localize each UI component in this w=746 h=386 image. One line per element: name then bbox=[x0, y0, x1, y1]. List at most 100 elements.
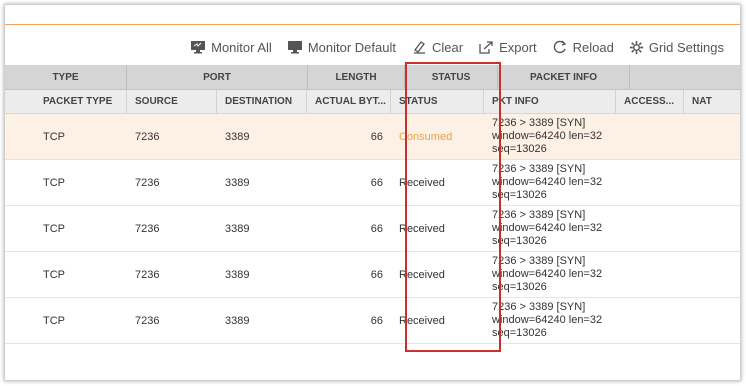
group-header-length: LENGTH bbox=[308, 65, 405, 89]
column-header-actual-bytes[interactable]: ACTUAL BYT... bbox=[307, 90, 391, 113]
cell-destination: 3389 bbox=[225, 268, 250, 281]
group-header-port: PORT bbox=[127, 65, 308, 89]
cell-destination: 3389 bbox=[225, 314, 250, 327]
cell-pkt-info: 7236 > 3389 [SYN] window=64240 len=32 se… bbox=[484, 160, 616, 205]
row-spacer bbox=[5, 252, 35, 297]
pkt-info-line: 7236 > 3389 [SYN] bbox=[492, 255, 586, 267]
cell-source: 7236 bbox=[135, 314, 160, 327]
cell-pkt-info: 7236 > 3389 [SYN] window=64240 len=32 se… bbox=[484, 114, 616, 159]
cell-packet-type: TCP bbox=[43, 176, 65, 189]
cell-pkt-info: 7236 > 3389 [SYN] window=64240 len=32 se… bbox=[484, 206, 616, 251]
pkt-info-line: seq=13026 bbox=[492, 189, 547, 201]
pkt-info-line: seq=13026 bbox=[492, 143, 547, 155]
cell-access bbox=[616, 252, 684, 297]
cell-nat bbox=[684, 160, 740, 205]
group-header-status: STATUS bbox=[405, 65, 498, 89]
cell-access bbox=[616, 298, 684, 343]
column-header-packet-type[interactable]: PACKET TYPE bbox=[35, 90, 127, 113]
pkt-info-line: 7236 > 3389 [SYN] bbox=[492, 209, 586, 221]
export-icon bbox=[479, 41, 493, 54]
top-accent-line bbox=[5, 5, 740, 25]
group-header-type: TYPE bbox=[5, 65, 127, 89]
monitor-default-label: Monitor Default bbox=[307, 39, 396, 55]
cell-packet-type: TCP bbox=[43, 314, 65, 327]
cell-status: Received bbox=[399, 176, 445, 189]
row-spacer bbox=[5, 114, 35, 159]
pkt-info-line: 7236 > 3389 [SYN] bbox=[492, 301, 586, 313]
grid-body: TCP 7236 3389 66 Consumed 7236 > 3389 [S… bbox=[5, 114, 740, 344]
table-row[interactable]: TCP 7236 3389 66 Received 7236 > 3389 [S… bbox=[5, 206, 740, 252]
reload-button[interactable]: Reload bbox=[552, 39, 614, 55]
cell-pkt-info: 7236 > 3389 [SYN] window=64240 len=32 se… bbox=[484, 252, 616, 297]
clear-button[interactable]: Clear bbox=[411, 40, 463, 55]
group-header-row: TYPE PORT LENGTH STATUS PACKET INFO bbox=[5, 65, 740, 90]
cell-status: Received bbox=[399, 268, 445, 281]
cell-access bbox=[616, 160, 684, 205]
group-header-empty bbox=[630, 65, 740, 89]
cell-status: Received bbox=[399, 314, 445, 327]
pkt-info-line: window=64240 len=32 bbox=[492, 176, 603, 188]
cell-access bbox=[616, 206, 684, 251]
pkt-info-line: window=64240 len=32 bbox=[492, 314, 603, 326]
column-spacer bbox=[5, 90, 35, 113]
reload-icon bbox=[553, 40, 566, 54]
cell-source: 7236 bbox=[135, 176, 160, 189]
reload-label: Reload bbox=[572, 39, 614, 55]
cell-nat bbox=[684, 206, 740, 251]
row-spacer bbox=[5, 298, 35, 343]
pkt-info-line: window=64240 len=32 bbox=[492, 130, 603, 142]
monitor-all-button[interactable]: Monitor All bbox=[190, 40, 272, 55]
row-spacer bbox=[5, 160, 35, 205]
pkt-info-line: seq=13026 bbox=[492, 235, 547, 247]
cell-destination: 3389 bbox=[225, 222, 250, 235]
cell-packet-type: TCP bbox=[43, 222, 65, 235]
column-header-source[interactable]: SOURCE bbox=[127, 90, 217, 113]
cell-source: 7236 bbox=[135, 268, 160, 281]
cell-packet-type: TCP bbox=[43, 130, 65, 143]
cell-nat bbox=[684, 298, 740, 343]
group-header-packet-info: PACKET INFO bbox=[498, 65, 630, 89]
pkt-info-line: seq=13026 bbox=[492, 281, 547, 293]
column-header-row: PACKET TYPE SOURCE DESTINATION ACTUAL BY… bbox=[5, 90, 740, 114]
cell-pkt-info: 7236 > 3389 [SYN] window=64240 len=32 se… bbox=[484, 298, 616, 343]
export-button[interactable]: Export bbox=[478, 40, 537, 55]
monitor-all-icon bbox=[191, 41, 206, 54]
table-row[interactable]: TCP 7236 3389 66 Received 7236 > 3389 [S… bbox=[5, 252, 740, 298]
column-header-access[interactable]: ACCESS... bbox=[616, 90, 684, 113]
monitor-default-button[interactable]: Monitor Default bbox=[287, 40, 396, 55]
cell-destination: 3389 bbox=[225, 176, 250, 189]
table-row[interactable]: TCP 7236 3389 66 Received 7236 > 3389 [S… bbox=[5, 298, 740, 344]
cell-source: 7236 bbox=[135, 222, 160, 235]
pkt-info-line: seq=13026 bbox=[492, 327, 547, 339]
cell-source: 7236 bbox=[135, 130, 160, 143]
cell-access bbox=[616, 114, 684, 159]
cell-actual-bytes: 66 bbox=[370, 314, 383, 327]
cell-actual-bytes: 66 bbox=[370, 268, 383, 281]
column-header-pkt-info[interactable]: PKT INFO bbox=[484, 90, 616, 113]
cell-nat bbox=[684, 252, 740, 297]
cell-status: Consumed bbox=[399, 130, 453, 143]
pkt-info-line: window=64240 len=32 bbox=[492, 268, 603, 280]
table-row[interactable]: TCP 7236 3389 66 Received 7236 > 3389 [S… bbox=[5, 160, 740, 206]
cell-destination: 3389 bbox=[225, 130, 250, 143]
packet-grid: TYPE PORT LENGTH STATUS PACKET INFO PACK… bbox=[5, 65, 740, 344]
packet-monitor-panel: Monitor All Monitor Default Clear Export bbox=[4, 4, 741, 381]
cell-actual-bytes: 66 bbox=[370, 130, 383, 143]
cell-actual-bytes: 66 bbox=[370, 222, 383, 235]
column-header-destination[interactable]: DESTINATION bbox=[217, 90, 307, 113]
column-header-nat[interactable]: NAT bbox=[684, 90, 740, 113]
column-header-status[interactable]: STATUS bbox=[391, 90, 484, 113]
grid-settings-icon bbox=[629, 40, 643, 54]
table-row[interactable]: TCP 7236 3389 66 Consumed 7236 > 3389 [S… bbox=[5, 114, 740, 160]
monitor-all-label: Monitor All bbox=[211, 39, 272, 55]
clear-icon bbox=[413, 41, 425, 54]
clear-label: Clear bbox=[431, 39, 464, 55]
grid-settings-button[interactable]: Grid Settings bbox=[629, 40, 724, 55]
toolbar: Monitor All Monitor Default Clear Export bbox=[5, 29, 740, 65]
pkt-info-line: 7236 > 3389 [SYN] bbox=[492, 117, 586, 129]
export-label: Export bbox=[499, 39, 537, 55]
cell-status: Received bbox=[399, 222, 445, 235]
grid-settings-label: Grid Settings bbox=[648, 39, 724, 55]
cell-packet-type: TCP bbox=[43, 268, 65, 281]
cell-actual-bytes: 66 bbox=[370, 176, 383, 189]
